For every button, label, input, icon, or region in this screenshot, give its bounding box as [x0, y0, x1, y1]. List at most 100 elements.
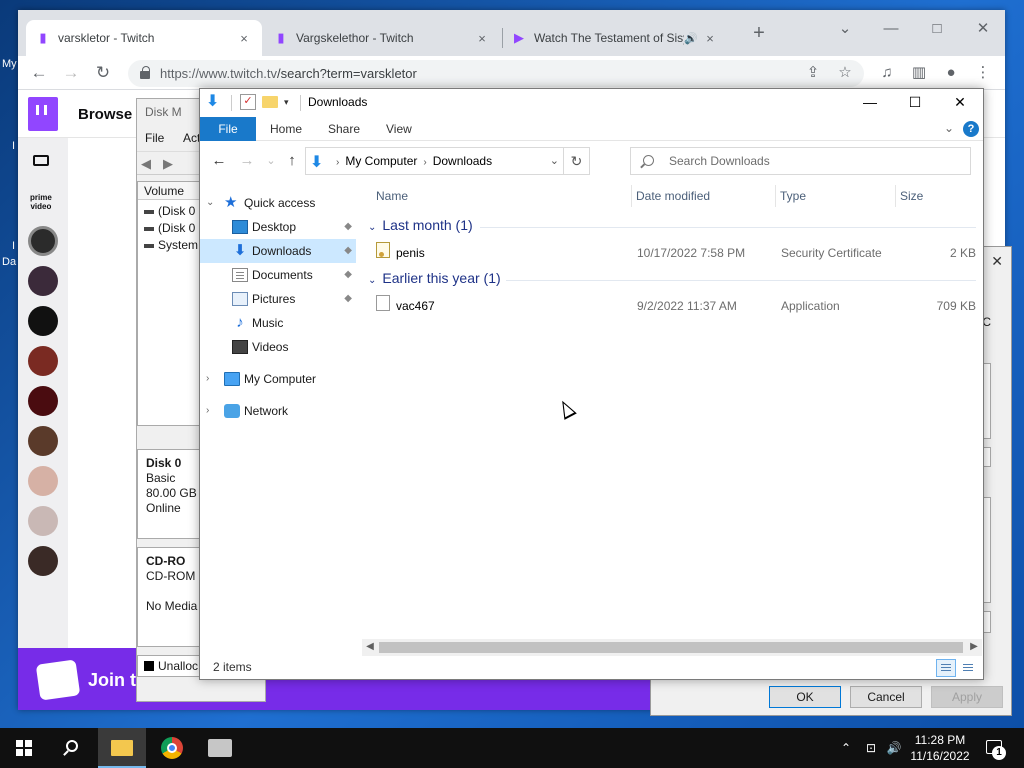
address-bar[interactable]: https://www.twitch.tv/search?term=varskl…: [128, 60, 864, 87]
ok-button[interactable]: OK: [769, 686, 841, 708]
nav-downloads[interactable]: ⬇ Downloads ◆: [200, 239, 356, 263]
start-button[interactable]: [0, 728, 48, 768]
group-header[interactable]: ⌄ Earlier this year (1): [368, 270, 501, 286]
breadcrumb-my-computer[interactable]: My Computer: [345, 154, 417, 168]
close-button[interactable]: ✕: [937, 89, 983, 117]
prime-video-icon[interactable]: prime video: [30, 193, 52, 211]
nav-desktop[interactable]: Desktop ◆: [200, 215, 356, 239]
file-row[interactable]: penis 10/17/2022 7:58 PM Security Certif…: [366, 242, 976, 264]
minimize-button[interactable]: —: [876, 16, 906, 42]
tab-close-icon[interactable]: ×: [236, 31, 252, 46]
new-folder-icon[interactable]: [262, 96, 278, 108]
network-icon[interactable]: ⊡: [860, 728, 882, 768]
apply-button[interactable]: Apply: [931, 686, 1003, 708]
back-button[interactable]: ←: [26, 60, 52, 86]
desktop-icon-label[interactable]: I: [12, 140, 15, 152]
customize-toolbar-icon[interactable]: ▾: [284, 94, 300, 110]
scroll-thumb[interactable]: [379, 642, 963, 653]
channel-avatar[interactable]: [28, 426, 58, 456]
address-bar[interactable]: ⬇ › My Computer › Downloads ⌄ ↻: [305, 147, 590, 175]
group-collapse-icon[interactable]: ⌄: [368, 222, 376, 233]
lock-icon[interactable]: [140, 66, 150, 79]
expanded-chevron-icon[interactable]: ⌄: [206, 191, 214, 215]
column-header-name[interactable]: Name: [372, 185, 632, 207]
close-window-button[interactable]: ✕: [968, 16, 998, 42]
forward-button[interactable]: →: [236, 151, 258, 171]
channel-avatar[interactable]: [28, 546, 58, 576]
channel-avatar[interactable]: [28, 506, 58, 536]
horizontal-scrollbar[interactable]: ◀ ▶: [362, 639, 982, 656]
search-input[interactable]: [669, 152, 959, 170]
back-button[interactable]: ←: [208, 151, 230, 171]
nav-my-computer[interactable]: › My Computer: [200, 367, 356, 391]
bookmark-star-icon[interactable]: ☆: [832, 60, 858, 86]
followed-channels-icon[interactable]: [33, 155, 49, 166]
channel-avatar[interactable]: [28, 346, 58, 376]
channel-avatar[interactable]: [28, 266, 58, 296]
scroll-left-icon[interactable]: ◀: [363, 640, 377, 654]
collapsed-chevron-icon[interactable]: ›: [206, 367, 209, 391]
tab-close-icon[interactable]: ×: [474, 31, 490, 46]
back-icon[interactable]: ◀: [141, 156, 159, 171]
channel-avatar[interactable]: [28, 306, 58, 336]
channel-avatar[interactable]: [28, 466, 58, 496]
tab-vargskelethor[interactable]: ▮ Vargskelethor - Twitch ×: [264, 20, 500, 56]
tab-testament[interactable]: ▶ Watch The Testament of Sisyphus 🔊 ×: [502, 20, 738, 56]
details-view-icon[interactable]: [936, 659, 956, 677]
audio-playing-icon[interactable]: 🔊: [684, 32, 702, 45]
group-header[interactable]: ⌄ Last month (1): [368, 217, 473, 233]
nav-music[interactable]: ♪ Music: [200, 311, 356, 335]
nav-videos[interactable]: Videos: [200, 335, 356, 359]
maximize-button[interactable]: □: [922, 16, 952, 42]
scroll-right-icon[interactable]: ▶: [967, 640, 981, 654]
nav-documents[interactable]: Documents ◆: [200, 263, 356, 287]
tab-home[interactable]: Home: [258, 117, 314, 141]
channel-avatar[interactable]: [28, 226, 58, 256]
close-icon[interactable]: ✕: [991, 253, 1003, 270]
clock[interactable]: 11:28 PM 11/16/2022: [904, 732, 976, 764]
taskbar-file-explorer[interactable]: [98, 728, 146, 768]
menu-file[interactable]: File: [145, 131, 164, 145]
large-icons-view-icon[interactable]: [958, 659, 978, 677]
desktop-icon-label[interactable]: I: [12, 240, 15, 252]
tab-varskletor[interactable]: ▮ varskletor - Twitch ×: [26, 20, 262, 56]
minimize-button[interactable]: —: [847, 89, 893, 117]
nav-pictures[interactable]: Pictures ◆: [200, 287, 356, 311]
title-bar[interactable]: ⬇ ✓ ▾ Downloads — ☐ ✕: [200, 89, 983, 117]
properties-icon[interactable]: ✓: [240, 94, 256, 110]
cancel-button[interactable]: Cancel: [850, 686, 922, 708]
volume-icon[interactable]: 🔊: [884, 728, 904, 768]
breadcrumb-downloads[interactable]: Downloads: [433, 154, 492, 168]
nav-quick-access[interactable]: ⌄ ★ Quick access: [200, 191, 356, 215]
taskbar-disk-management[interactable]: [196, 728, 244, 768]
desktop-icon-label[interactable]: My: [2, 58, 17, 70]
volume-row[interactable]: System: [144, 238, 198, 252]
column-header-type[interactable]: Type: [776, 185, 896, 207]
tab-search-icon[interactable]: ⌄: [830, 16, 860, 42]
refresh-button[interactable]: ↻: [563, 148, 589, 174]
browse-link[interactable]: Browse: [78, 106, 132, 123]
help-icon[interactable]: ?: [963, 121, 979, 137]
search-button[interactable]: [48, 728, 96, 768]
forward-button[interactable]: →: [58, 60, 84, 86]
search-box[interactable]: [630, 147, 971, 175]
media-control-icon[interactable]: ♫: [874, 60, 900, 86]
new-tab-button[interactable]: +: [744, 20, 774, 46]
up-button[interactable]: ↑: [281, 151, 303, 171]
url-text[interactable]: https://www.twitch.tv/search?term=varskl…: [160, 66, 417, 81]
expand-ribbon-icon[interactable]: ⌄: [944, 121, 954, 135]
reload-button[interactable]: ↻: [90, 60, 116, 86]
taskbar-chrome[interactable]: [148, 728, 196, 768]
file-row[interactable]: vac467 9/2/2022 11:37 AM Application 709…: [366, 295, 976, 317]
tab-close-icon[interactable]: ×: [702, 31, 718, 46]
tab-view[interactable]: View: [374, 117, 424, 141]
maximize-button[interactable]: ☐: [892, 89, 938, 117]
tab-file[interactable]: File: [200, 117, 256, 141]
collapsed-chevron-icon[interactable]: ›: [206, 399, 209, 423]
chrome-menu-icon[interactable]: ⋮: [970, 60, 996, 86]
channel-avatar[interactable]: [28, 386, 58, 416]
recent-locations-button[interactable]: ⌄: [260, 151, 282, 171]
forward-icon[interactable]: ▶: [163, 156, 181, 171]
group-collapse-icon[interactable]: ⌄: [368, 275, 376, 286]
side-panel-icon[interactable]: ▥: [906, 60, 932, 86]
